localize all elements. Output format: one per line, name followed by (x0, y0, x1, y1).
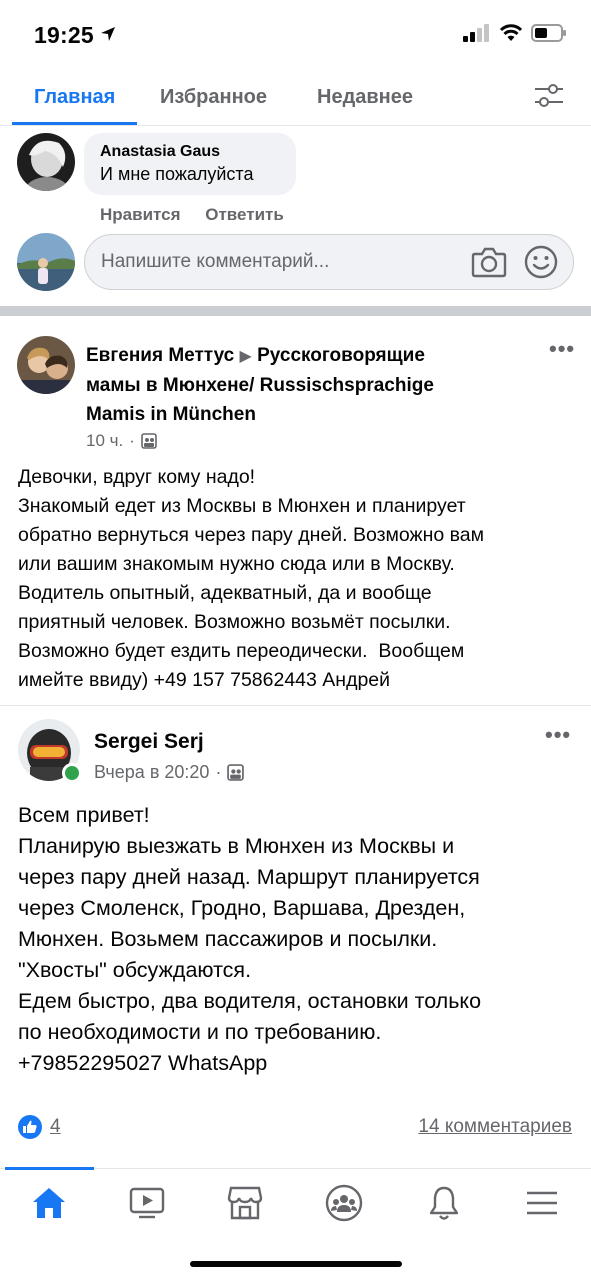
status-icons (463, 24, 567, 42)
active-tab-indicator (12, 122, 137, 125)
nav-home[interactable] (29, 1183, 69, 1223)
tab-recent[interactable]: Недавнее (317, 86, 413, 109)
more-options-icon[interactable]: ••• (545, 722, 571, 748)
status-time: 19:25 (34, 22, 116, 49)
triangle-right-icon: ▶ (239, 348, 252, 365)
group-audience-icon (227, 764, 245, 781)
location-arrow-icon (101, 27, 116, 41)
reply-comment-button[interactable]: Ответить (205, 205, 284, 224)
post-header: Евгения Меттус ▶ Русскоговорящие мамы в … (86, 341, 434, 429)
tab-favorites[interactable]: Избранное (160, 86, 267, 109)
avatar (17, 233, 75, 291)
home-icon (33, 1188, 65, 1218)
feed-tabs: Главная Избранное Недавнее (0, 70, 591, 126)
camera-icon[interactable] (471, 245, 507, 279)
comment-input[interactable]: Напишите комментарий... (84, 234, 574, 290)
reaction-count[interactable]: 4 (50, 1116, 61, 1138)
signal-icon (463, 24, 489, 42)
post-group-line3[interactable]: Mamis in München (86, 404, 256, 425)
filter-sliders-icon[interactable] (533, 82, 565, 110)
hamburger-menu-icon (527, 1191, 557, 1215)
post-group[interactable]: Русскоговорящие (257, 345, 425, 366)
marketplace-icon (227, 1186, 263, 1220)
nav-notifications[interactable] (424, 1183, 464, 1223)
video-play-icon (129, 1187, 165, 1219)
emoji-icon[interactable] (523, 244, 559, 280)
comment-author[interactable]: Anastasia Gaus (100, 143, 280, 161)
home-indicator[interactable] (190, 1261, 402, 1267)
groups-icon (325, 1184, 363, 1222)
comment-count-link[interactable]: 14 комментариев (418, 1116, 572, 1138)
post-author[interactable]: Sergei Serj (94, 727, 204, 756)
status-bar: 19:25 (0, 0, 591, 70)
wifi-icon (499, 24, 523, 41)
post-group-line2[interactable]: мамы в Мюнхене/ Russischsprachige (86, 375, 434, 396)
post-body: Всем привет! Планирую выезжать в Мюнхен … (18, 803, 482, 1075)
post-time[interactable]: 10 ч. (86, 431, 123, 451)
post-time[interactable]: Вчера в 20:20 (94, 762, 209, 783)
battery-icon (531, 24, 566, 42)
section-divider (0, 306, 591, 316)
more-options-icon[interactable]: ••• (549, 336, 575, 362)
post-meta: Вчера в 20:20 · (94, 762, 245, 783)
online-status-badge (62, 763, 82, 783)
comment-bubble: Anastasia Gaus И мне пожалуйста (84, 133, 296, 195)
nav-menu[interactable] (522, 1183, 562, 1223)
bell-icon (429, 1186, 459, 1220)
nav-groups[interactable] (324, 1183, 364, 1223)
post-author[interactable]: Евгения Меттус (86, 345, 234, 366)
active-nav-indicator (5, 1167, 94, 1170)
group-audience-icon (141, 433, 157, 449)
post-body: Девочки, вдруг кому надо! Знакомый едет … (18, 466, 485, 691)
post-meta: 10 ч. · (86, 431, 157, 451)
comment-text: И мне пожалуйста (100, 164, 254, 184)
comment-actions: Нравится Ответить (100, 205, 284, 225)
like-reaction-icon (18, 1115, 42, 1139)
tab-home[interactable]: Главная (34, 86, 115, 109)
avatar[interactable] (17, 336, 75, 394)
reactions-summary[interactable]: 4 (18, 1115, 61, 1139)
avatar[interactable] (17, 133, 75, 191)
nav-watch[interactable] (127, 1183, 167, 1223)
like-comment-button[interactable]: Нравится (100, 205, 181, 224)
post-divider (0, 705, 591, 706)
nav-marketplace[interactable] (225, 1183, 265, 1223)
comment-input-placeholder: Напишите комментарий... (101, 251, 330, 272)
